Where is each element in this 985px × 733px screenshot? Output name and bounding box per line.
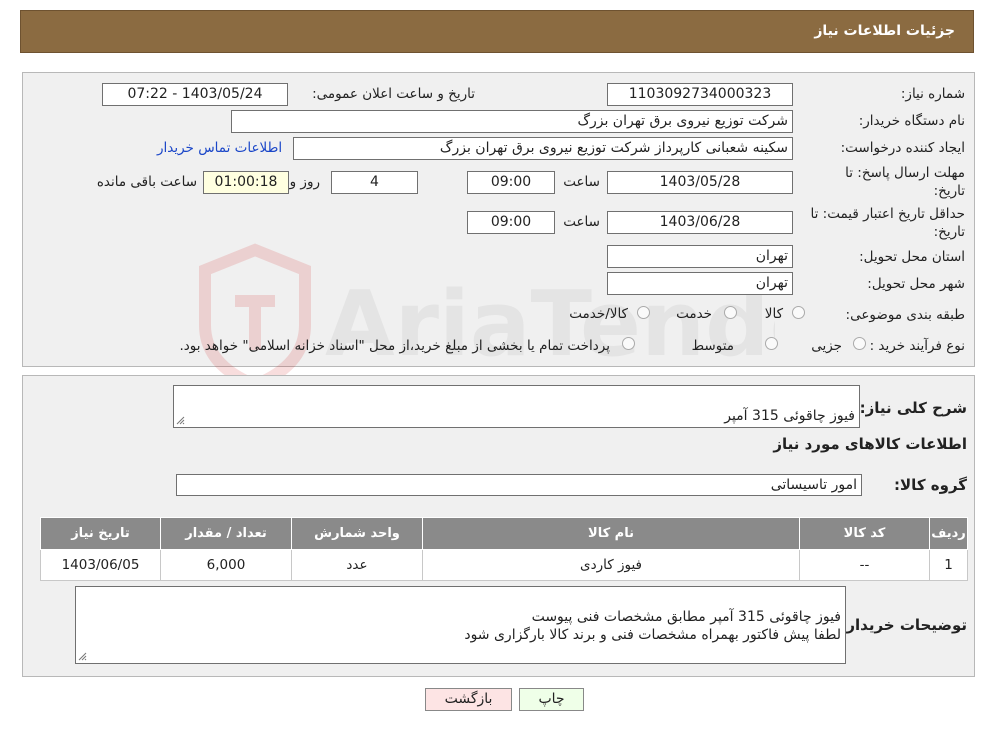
- back-button[interactable]: بازگشت: [425, 688, 512, 711]
- buyer-notes-field: فیوز چاقوئی 315 آمپر مطابق مشخصات فنی پی…: [75, 586, 846, 664]
- process-radio-treasury[interactable]: [622, 337, 635, 350]
- col-need-date: تاریخ نیاز: [40, 517, 161, 550]
- need-number-label: شماره نیاز:: [900, 86, 965, 102]
- table-row: 1 -- فیوز کاردی عدد 6,000 1403/06/05: [40, 549, 968, 581]
- deadline-label: مهلت ارسال پاسخ: تا: [845, 165, 965, 181]
- category-option-goods-service: کالا/خدمت: [569, 306, 628, 322]
- remaining-time-field: 01:00:18: [203, 171, 289, 194]
- days-label: روز و: [289, 174, 320, 190]
- category-radio-service[interactable]: [724, 306, 737, 319]
- province-label: استان محل تحویل:: [859, 249, 965, 265]
- col-quantity: تعداد / مقدار: [160, 517, 292, 550]
- resize-grip-icon[interactable]: [176, 416, 185, 425]
- validity-label-date: تاریخ:: [933, 224, 965, 240]
- col-unit: واحد شمارش: [291, 517, 423, 550]
- category-option-goods: کالا: [764, 306, 783, 322]
- general-desc-field: فیوز چاقوئی 315 آمپر: [173, 385, 860, 428]
- page-header: جزئیات اطلاعات نیاز: [20, 10, 974, 53]
- goods-info-title: اطلاعات کالاهای مورد نیاز: [773, 435, 967, 453]
- general-desc-label: شرح کلی نیاز:: [859, 399, 967, 417]
- category-label: طبقه بندی موضوعی:: [845, 307, 965, 323]
- process-note: پرداخت تمام یا بخشی از مبلغ خرید،از محل …: [179, 338, 610, 354]
- announce-label: تاریخ و ساعت اعلان عمومی:: [312, 86, 475, 102]
- general-desc-text: فیوز چاقوئی 315 آمپر: [724, 408, 855, 424]
- cell-row-number: 1: [929, 549, 968, 581]
- cell-goods-code: --: [799, 549, 930, 581]
- col-row-number: ردیف: [929, 517, 968, 550]
- cell-need-date: 1403/06/05: [40, 549, 161, 581]
- goods-table-header-row: ردیف کد کالا نام کالا واحد شمارش تعداد /…: [40, 517, 968, 550]
- buyer-notes-label: توضیحات خریدار:: [840, 616, 967, 634]
- deadline-time-field: 09:00: [467, 171, 555, 194]
- goods-group-label: گروه کالا:: [894, 476, 967, 494]
- print-button[interactable]: چاپ: [519, 688, 584, 711]
- page-title: جزئیات اطلاعات نیاز: [814, 23, 955, 39]
- buyer-notes-text: فیوز چاقوئی 315 آمپر مطابق مشخصات فنی پی…: [464, 609, 841, 643]
- buyer-contact-link[interactable]: اطلاعات تماس خریدار: [157, 140, 282, 156]
- goods-group-field: امور تاسیساتی: [176, 474, 862, 496]
- announce-field: 1403/05/24 - 07:22: [102, 83, 288, 106]
- buyer-org-field: شرکت توزیع نیروی برق تهران بزرگ: [231, 110, 793, 133]
- deadline-time-label: ساعت: [563, 174, 600, 190]
- deadline-date-field: 1403/05/28: [607, 171, 793, 194]
- city-field: تهران: [607, 272, 793, 295]
- process-radio-medium[interactable]: [765, 337, 778, 350]
- requester-label: ایجاد کننده درخواست:: [840, 140, 965, 156]
- category-option-service: خدمت: [676, 306, 712, 322]
- need-number-field: 1103092734000323: [607, 83, 793, 106]
- cell-unit: عدد: [291, 549, 423, 581]
- process-option-minor: جزیی: [811, 338, 842, 354]
- category-radio-goods-service[interactable]: [637, 306, 650, 319]
- validity-label: حداقل تاریخ اعتبار قیمت: تا: [810, 206, 965, 222]
- validity-time-field: 09:00: [467, 211, 555, 234]
- cell-quantity: 6,000: [160, 549, 292, 581]
- process-label: نوع فرآیند خرید :: [869, 338, 965, 354]
- remaining-label: ساعت باقی مانده: [96, 174, 197, 190]
- process-radio-minor[interactable]: [853, 337, 866, 350]
- province-field: تهران: [607, 245, 793, 268]
- validity-time-label: ساعت: [563, 214, 600, 230]
- deadline-label-date: تاریخ:: [933, 183, 965, 199]
- requester-field: سکینه شعبانی کارپرداز شرکت توزیع نیروی ب…: [293, 137, 793, 160]
- col-goods-code: کد کالا: [799, 517, 930, 550]
- cell-goods-name: فیوز کاردی: [422, 549, 800, 581]
- goods-table: ردیف کد کالا نام کالا واحد شمارش تعداد /…: [40, 517, 968, 581]
- resize-grip-icon[interactable]: [78, 652, 87, 661]
- buyer-org-label: نام دستگاه خریدار:: [858, 113, 965, 129]
- validity-date-field: 1403/06/28: [607, 211, 793, 234]
- city-label: شهر محل تحویل:: [867, 276, 965, 292]
- days-field: 4: [331, 171, 418, 194]
- process-option-medium: متوسط: [691, 338, 734, 354]
- category-radio-goods[interactable]: [792, 306, 805, 319]
- col-goods-name: نام کالا: [422, 517, 800, 550]
